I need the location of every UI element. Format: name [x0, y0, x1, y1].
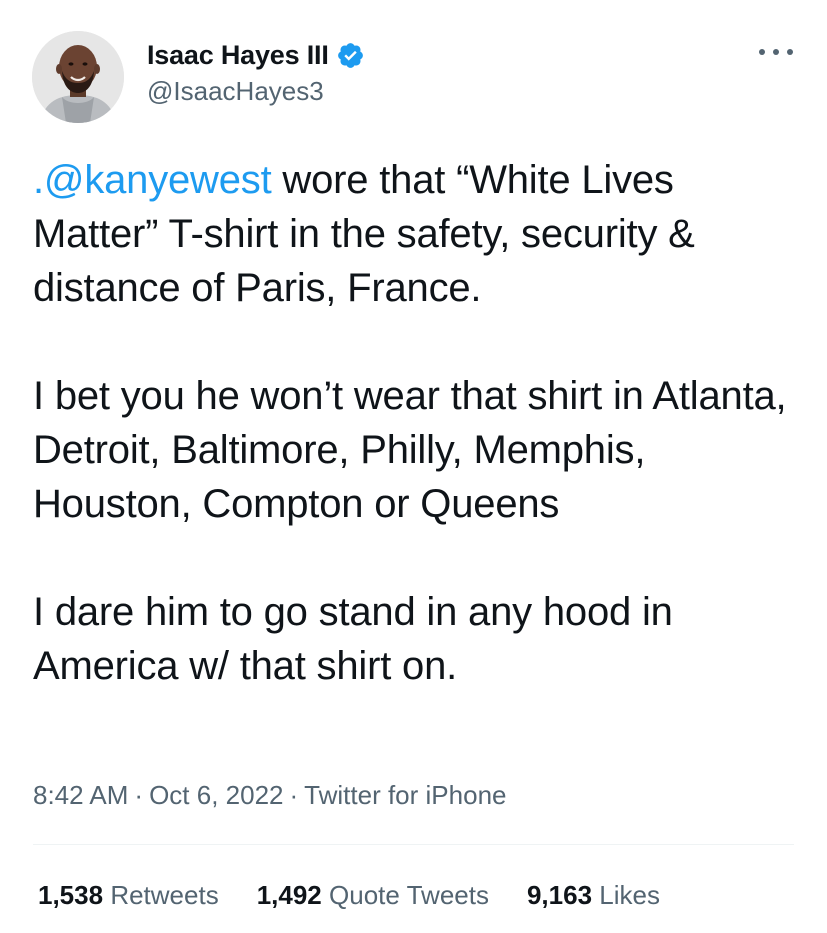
author-name-row: Isaac Hayes III	[147, 38, 365, 72]
avatar[interactable]	[32, 31, 124, 123]
likes-stat[interactable]: 9,163 Likes	[527, 880, 660, 911]
more-dot	[773, 49, 779, 55]
tweet-source[interactable]: Twitter for iPhone	[304, 780, 506, 810]
likes-label: Likes	[599, 880, 660, 910]
quote-tweets-count: 1,492	[256, 880, 322, 910]
more-dot	[787, 49, 793, 55]
tweet-time[interactable]: 8:42 AM	[33, 780, 128, 810]
retweets-count: 1,538	[38, 880, 104, 910]
meta-separator: ·	[134, 780, 144, 810]
author-handle[interactable]: @IsaacHayes3	[147, 76, 365, 107]
tweet-metadata: 8:42 AM · Oct 6, 2022 · Twitter for iPhone	[33, 780, 506, 811]
tweet-paragraph-2: I bet you he won’t wear that shirt in At…	[33, 374, 787, 526]
author-display-name[interactable]: Isaac Hayes III	[147, 40, 329, 71]
retweets-stat[interactable]: 1,538 Retweets	[38, 880, 219, 911]
tweet-author[interactable]: Isaac Hayes III @IsaacHayes3	[147, 38, 365, 107]
tweet-detail: Isaac Hayes III @IsaacHayes3 .@kanyewest…	[0, 0, 827, 933]
tweet-date[interactable]: Oct 6, 2022	[149, 780, 283, 810]
more-options-icon[interactable]	[759, 42, 793, 62]
verified-badge-icon	[337, 42, 363, 68]
tweet-paragraph-3: I dare him to go stand in any hood in Am…	[33, 590, 673, 688]
tweet-text: .@kanyewest wore that “White Lives Matte…	[33, 153, 793, 693]
mention-link[interactable]: .@kanyewest	[33, 158, 272, 202]
meta-separator: ·	[289, 780, 299, 810]
tweet-paragraph-1: .@kanyewest wore that “White Lives Matte…	[33, 153, 793, 315]
more-dot	[759, 49, 765, 55]
divider	[33, 844, 794, 845]
quote-tweets-stat[interactable]: 1,492 Quote Tweets	[257, 880, 489, 911]
retweets-label: Retweets	[110, 880, 219, 910]
engagement-stats: 1,538 Retweets 1,492 Quote Tweets 9,163 …	[38, 880, 698, 911]
quote-tweets-label: Quote Tweets	[329, 880, 489, 910]
avatar-image	[32, 31, 124, 123]
likes-count: 9,163	[526, 880, 593, 910]
